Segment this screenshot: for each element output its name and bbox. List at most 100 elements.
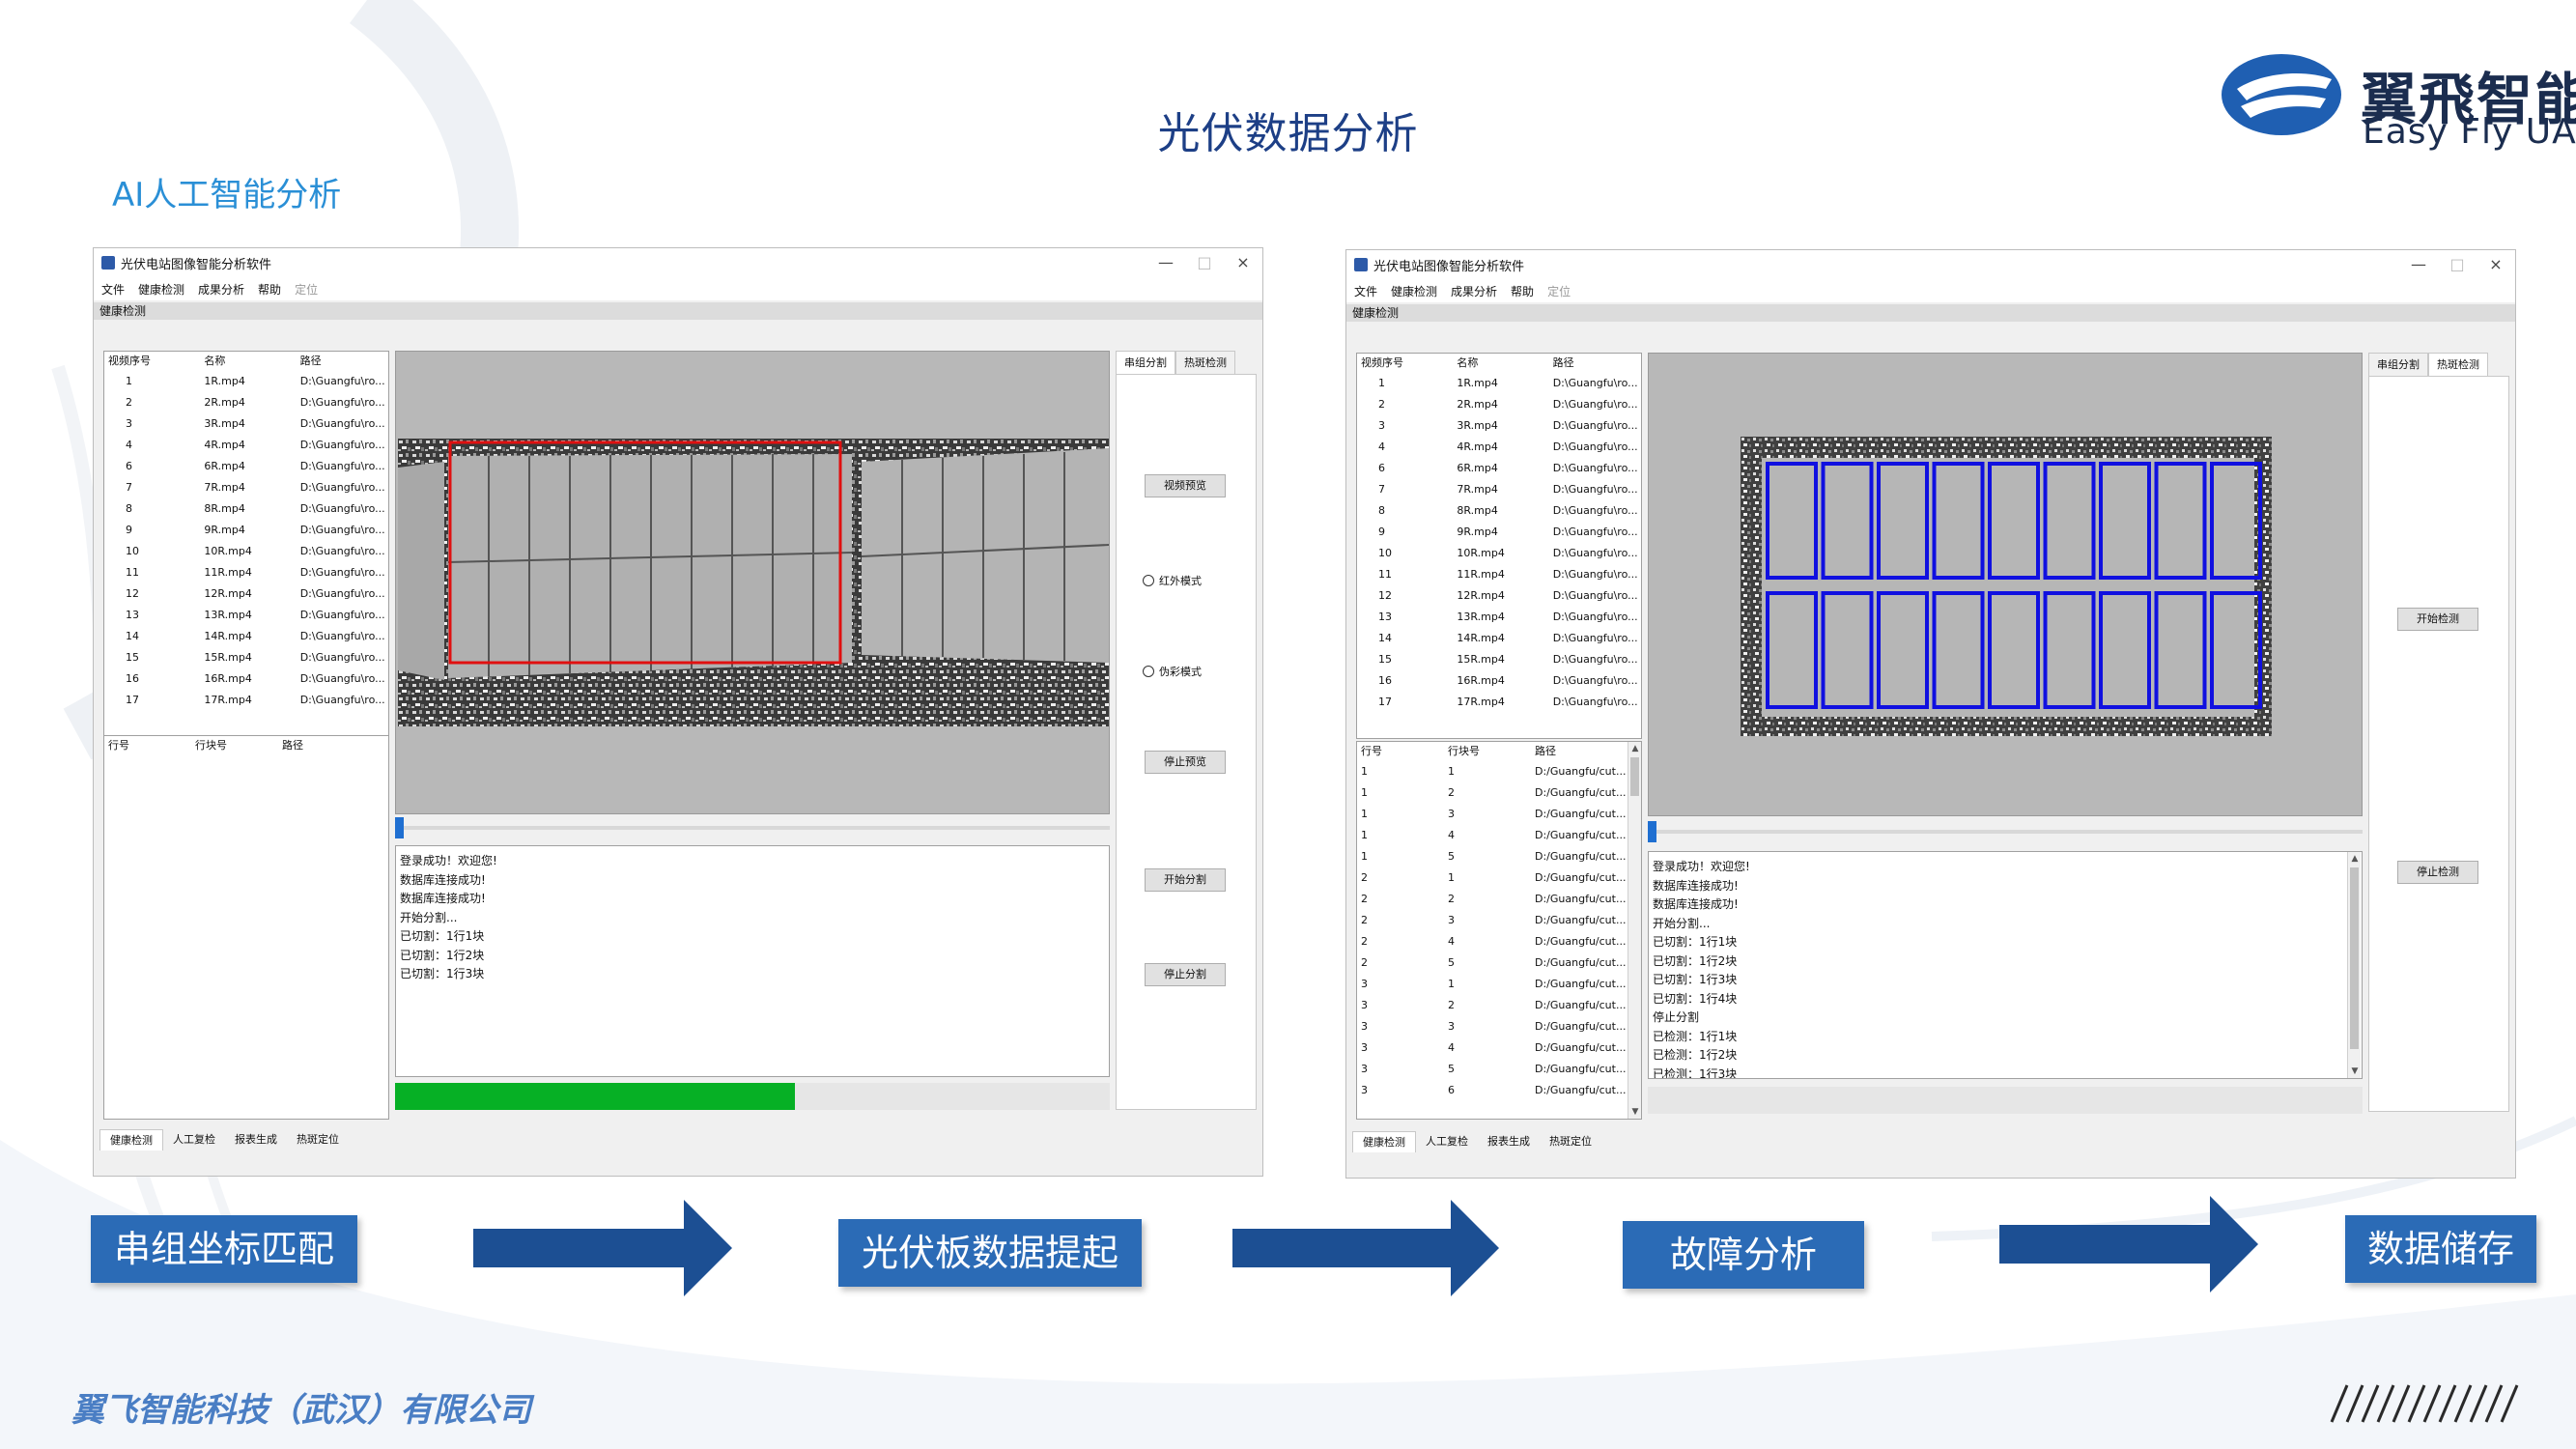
scroll-down-icon[interactable]: ▼ [1628, 1105, 1641, 1119]
menu-locate[interactable]: 定位 [1547, 283, 1571, 299]
table-row[interactable]: 2 2R.mp4 D:\Guangfu\ro... [1357, 394, 1641, 415]
video-seek-track[interactable] [395, 826, 1110, 830]
video-seek-thumb[interactable] [1648, 821, 1656, 842]
table-row[interactable]: 3 6 D:/Guangfu/cut... [1357, 1080, 1641, 1101]
table-row[interactable]: 3 4 D:/Guangfu/cut... [1357, 1037, 1641, 1059]
menu-file[interactable]: 文件 [101, 281, 125, 298]
log-scrollbar[interactable]: ▲ ▼ [2347, 852, 2361, 1078]
table-row[interactable]: 8 8R.mp4 D:\Guangfu\ro... [1357, 500, 1641, 522]
video-seek-thumb[interactable] [395, 817, 404, 838]
close-icon[interactable]: × [2477, 250, 2515, 279]
start-detect-button[interactable]: 开始检测 [2397, 608, 2478, 631]
close-icon[interactable]: × [1224, 248, 1262, 277]
table-row[interactable]: 1 5 D:/Guangfu/cut... [1357, 846, 1641, 867]
table-row[interactable]: 16 16R.mp4 D:\Guangfu\ro... [1357, 670, 1641, 692]
header-path[interactable]: 路径 [1531, 742, 1637, 761]
infrared-mode-radio[interactable]: 红外模式 [1143, 573, 1202, 588]
tab-report-generate[interactable]: 报表生成 [1478, 1131, 1540, 1152]
tab-string-split[interactable]: 串组分割 [2368, 353, 2428, 376]
table-row[interactable]: 3 3 D:/Guangfu/cut... [1357, 1016, 1641, 1037]
header-path[interactable]: 路径 [297, 352, 388, 371]
minimize-icon[interactable]: — [1146, 248, 1185, 277]
menu-health-check[interactable]: 健康检测 [138, 281, 184, 298]
header-path[interactable]: 路径 [1549, 354, 1641, 373]
table-row[interactable]: 2 4 D:/Guangfu/cut... [1357, 931, 1641, 952]
table-row[interactable]: 16 16R.mp4 D:\Guangfu\ro... [104, 668, 388, 690]
header-row-no[interactable]: 行号 [1357, 742, 1444, 761]
table-row[interactable]: 14 14R.mp4 D:\Guangfu\ro... [104, 626, 388, 647]
table-row[interactable]: 2 5 D:/Guangfu/cut... [1357, 952, 1641, 974]
pseudo-color-mode-radio[interactable]: 伪彩模式 [1143, 664, 1202, 679]
stop-split-button[interactable]: 停止分割 [1145, 963, 1226, 986]
minimize-icon[interactable]: — [2399, 250, 2438, 279]
table-row[interactable]: 6 6R.mp4 D:\Guangfu\ro... [1357, 458, 1641, 479]
tab-hotspot-detect[interactable]: 热斑检测 [1175, 351, 1235, 374]
header-name[interactable]: 名称 [200, 352, 296, 371]
table-row[interactable]: 11 11R.mp4 D:\Guangfu\ro... [1357, 564, 1641, 585]
table-row[interactable]: 7 7R.mp4 D:\Guangfu\ro... [104, 477, 388, 498]
table-row[interactable]: 12 12R.mp4 D:\Guangfu\ro... [104, 583, 388, 605]
table-row[interactable]: 3 1 D:/Guangfu/cut... [1357, 974, 1641, 995]
table-row[interactable]: 10 10R.mp4 D:\Guangfu\ro... [104, 541, 388, 562]
table-row[interactable]: 17 17R.mp4 D:\Guangfu\ro... [104, 690, 388, 711]
table-row[interactable]: 12 12R.mp4 D:\Guangfu\ro... [1357, 585, 1641, 607]
tile-table-scrollbar[interactable]: ▲ ▼ [1628, 742, 1641, 1119]
table-row[interactable]: 3 2 D:/Guangfu/cut... [1357, 995, 1641, 1016]
maximize-icon[interactable]: □ [1185, 248, 1224, 277]
table-row[interactable]: 1 2 D:/Guangfu/cut... [1357, 782, 1641, 804]
tab-hotspot-detect[interactable]: 热斑检测 [2428, 353, 2488, 376]
table-row[interactable]: 10 10R.mp4 D:\Guangfu\ro... [1357, 543, 1641, 564]
stop-detect-button[interactable]: 停止检测 [2397, 861, 2478, 884]
header-name[interactable]: 名称 [1453, 354, 1548, 373]
table-row[interactable]: 6 6R.mp4 D:\Guangfu\ro... [104, 456, 388, 477]
table-row[interactable]: 7 7R.mp4 D:\Guangfu\ro... [1357, 479, 1641, 500]
table-row[interactable]: 2 1 D:/Guangfu/cut... [1357, 867, 1641, 889]
tab-hotspot-locate[interactable]: 热斑定位 [287, 1129, 349, 1151]
header-row-no[interactable]: 行号 [104, 736, 191, 755]
table-row[interactable]: 15 15R.mp4 D:\Guangfu\ro... [1357, 649, 1641, 670]
menu-help[interactable]: 帮助 [258, 281, 281, 298]
table-row[interactable]: 11 11R.mp4 D:\Guangfu\ro... [104, 562, 388, 583]
menu-result-analysis[interactable]: 成果分析 [1451, 283, 1497, 299]
table-row[interactable]: 2 3 D:/Guangfu/cut... [1357, 910, 1641, 931]
table-row[interactable]: 1 4 D:/Guangfu/cut... [1357, 825, 1641, 846]
table-row[interactable]: 15 15R.mp4 D:\Guangfu\ro... [104, 647, 388, 668]
menu-locate[interactable]: 定位 [295, 281, 318, 298]
scroll-down-icon[interactable]: ▼ [2348, 1065, 2362, 1078]
tab-hotspot-locate[interactable]: 热斑定位 [1540, 1131, 1601, 1152]
start-split-button[interactable]: 开始分割 [1145, 868, 1226, 892]
table-row[interactable]: 3 5 D:/Guangfu/cut... [1357, 1059, 1641, 1080]
tab-health-check[interactable]: 健康检测 [99, 1129, 163, 1151]
header-block-no[interactable]: 行块号 [1444, 742, 1531, 761]
table-row[interactable]: 1 3 D:/Guangfu/cut... [1357, 804, 1641, 825]
table-row[interactable]: 1 1R.mp4 D:\Guangfu\ro... [1357, 373, 1641, 394]
menu-result-analysis[interactable]: 成果分析 [198, 281, 244, 298]
menu-file[interactable]: 文件 [1354, 283, 1377, 299]
header-path[interactable]: 路径 [278, 736, 384, 755]
table-row[interactable]: 1 1R.mp4 D:\Guangfu\ro... [104, 371, 388, 392]
video-seek-track[interactable] [1648, 830, 2363, 834]
table-row[interactable]: 8 8R.mp4 D:\Guangfu\ro... [104, 498, 388, 520]
scroll-up-icon[interactable]: ▲ [2348, 852, 2362, 866]
table-row[interactable]: 4 4R.mp4 D:\Guangfu\ro... [104, 435, 388, 456]
menu-help[interactable]: 帮助 [1511, 283, 1534, 299]
menu-health-check[interactable]: 健康检测 [1391, 283, 1437, 299]
table-row[interactable]: 4 4R.mp4 D:\Guangfu\ro... [1357, 437, 1641, 458]
table-row[interactable]: 13 13R.mp4 D:\Guangfu\ro... [1357, 607, 1641, 628]
scrollbar-thumb[interactable] [1630, 757, 1639, 796]
table-row[interactable]: 9 9R.mp4 D:\Guangfu\ro... [104, 520, 388, 541]
scrollbar-thumb[interactable] [2350, 867, 2359, 1049]
tab-report-generate[interactable]: 报表生成 [225, 1129, 287, 1151]
video-preview-button[interactable]: 视频预览 [1145, 474, 1226, 497]
stop-preview-button[interactable]: 停止预览 [1145, 751, 1226, 774]
table-row[interactable]: 14 14R.mp4 D:\Guangfu\ro... [1357, 628, 1641, 649]
tab-manual-recheck[interactable]: 人工复检 [163, 1129, 225, 1151]
titlebar[interactable]: 光伏电站图像智能分析软件 [94, 248, 1262, 277]
header-video-index[interactable]: 视频序号 [104, 352, 200, 371]
scroll-up-icon[interactable]: ▲ [1628, 742, 1641, 755]
titlebar[interactable]: 光伏电站图像智能分析软件 [1346, 250, 2515, 279]
table-row[interactable]: 1 1 D:/Guangfu/cut... [1357, 761, 1641, 782]
table-row[interactable]: 3 3R.mp4 D:\Guangfu\ro... [1357, 415, 1641, 437]
table-row[interactable]: 13 13R.mp4 D:\Guangfu\ro... [104, 605, 388, 626]
header-video-index[interactable]: 视频序号 [1357, 354, 1453, 373]
